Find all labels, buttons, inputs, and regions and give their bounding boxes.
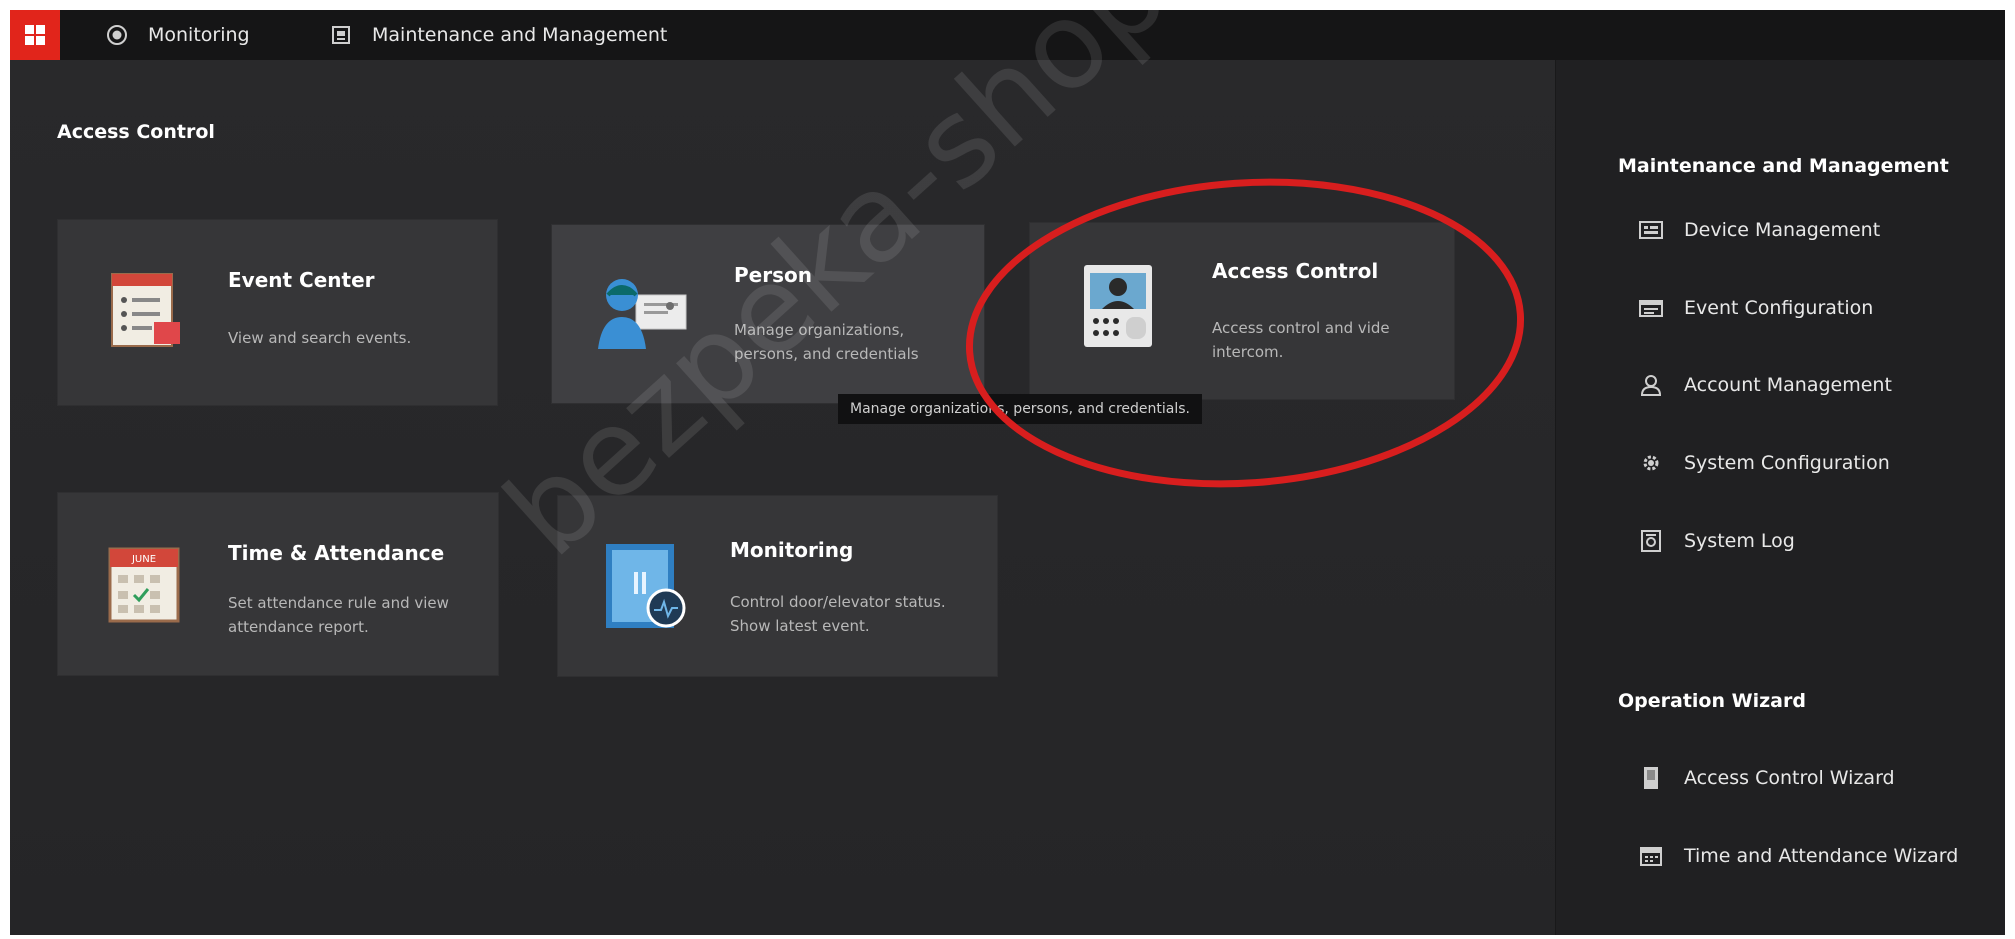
monitoring-icon [106, 24, 128, 46]
tab-monitoring-label: Monitoring [148, 24, 250, 46]
card-title: Event Center [228, 268, 375, 292]
right-sidebar: Maintenance and Management Device Manage… [1555, 60, 2005, 935]
door-icon [1638, 765, 1664, 791]
app-window: Monitoring Maintenance and Management Ac… [10, 10, 2005, 935]
card-monitoring[interactable]: Monitoring Control door/elevator status.… [557, 495, 998, 677]
event-center-icon [108, 272, 184, 352]
grid-menu-icon [25, 25, 45, 45]
section-title: Access Control [57, 121, 215, 143]
person-icon [598, 273, 690, 353]
gear-icon [1638, 450, 1664, 476]
sidebar-item-label: Event Configuration [1684, 297, 1874, 319]
tab-maintenance-label: Maintenance and Management [372, 24, 668, 46]
card-description: Set attendance rule and view attendance … [228, 594, 449, 636]
home-menu-button[interactable] [10, 10, 60, 60]
card-title: Time & Attendance [228, 541, 445, 565]
svg-text:JUNE: JUNE [131, 554, 156, 565]
access-control-icon [1082, 263, 1154, 353]
sidebar-item-access-control-wizard[interactable]: Access Control Wizard [1638, 758, 1895, 798]
card-description: Access control and vide intercom. [1212, 319, 1390, 361]
sidebar-item-device-management[interactable]: Device Management [1638, 210, 1880, 250]
tab-maintenance-and-management[interactable]: Maintenance and Management [330, 10, 667, 60]
card-time-attendance[interactable]: JUNE Time & Attendance Set attendance ru… [57, 492, 499, 676]
card-description: View and search events. [228, 329, 412, 347]
top-navigation-bar: Monitoring Maintenance and Management [10, 10, 2005, 60]
main-content: Access Control Event Center View and sea… [10, 10, 1555, 935]
card-access-control[interactable]: Access Control Access control and vide i… [1029, 222, 1455, 400]
tooltip: Manage organizations, persons, and crede… [838, 394, 1202, 424]
sidebar-item-label: System Configuration [1684, 452, 1890, 474]
maintenance-icon [330, 24, 352, 46]
account-icon [1638, 372, 1664, 398]
card-title: Person [734, 263, 812, 287]
sidebar-item-label: Access Control Wizard [1684, 767, 1895, 789]
sidebar-item-system-log[interactable]: System Log [1638, 521, 1795, 561]
tab-monitoring[interactable]: Monitoring [106, 10, 250, 60]
event-configuration-icon [1638, 295, 1664, 321]
sidebar-item-account-management[interactable]: Account Management [1638, 365, 1892, 405]
maintenance-section-title: Maintenance and Management [1618, 155, 1949, 177]
card-title: Access Control [1212, 259, 1379, 283]
card-person[interactable]: Person Manage organizations, persons, an… [551, 224, 985, 404]
sidebar-item-label: Device Management [1684, 219, 1881, 241]
card-title: Monitoring [730, 538, 854, 562]
sidebar-item-system-configuration[interactable]: System Configuration [1638, 443, 1890, 483]
card-description: Manage organizations, persons, and crede… [734, 321, 919, 363]
device-management-icon [1638, 217, 1664, 243]
log-icon [1638, 528, 1664, 554]
monitoring-door-icon [604, 542, 688, 634]
sidebar-item-event-configuration[interactable]: Event Configuration [1638, 288, 1873, 328]
calendar-icon [1638, 843, 1664, 869]
card-description: Control door/elevator status. Show lates… [730, 593, 946, 635]
sidebar-item-label: Time and Attendance Wizard [1684, 845, 1959, 867]
time-attendance-icon: JUNE [108, 545, 180, 627]
sidebar-item-label: System Log [1684, 530, 1795, 552]
card-event-center[interactable]: Event Center View and search events. [57, 219, 498, 406]
sidebar-item-label: Account Management [1684, 374, 1892, 396]
operation-wizard-title: Operation Wizard [1618, 690, 1806, 712]
sidebar-item-time-attendance-wizard[interactable]: Time and Attendance Wizard [1638, 836, 1958, 876]
